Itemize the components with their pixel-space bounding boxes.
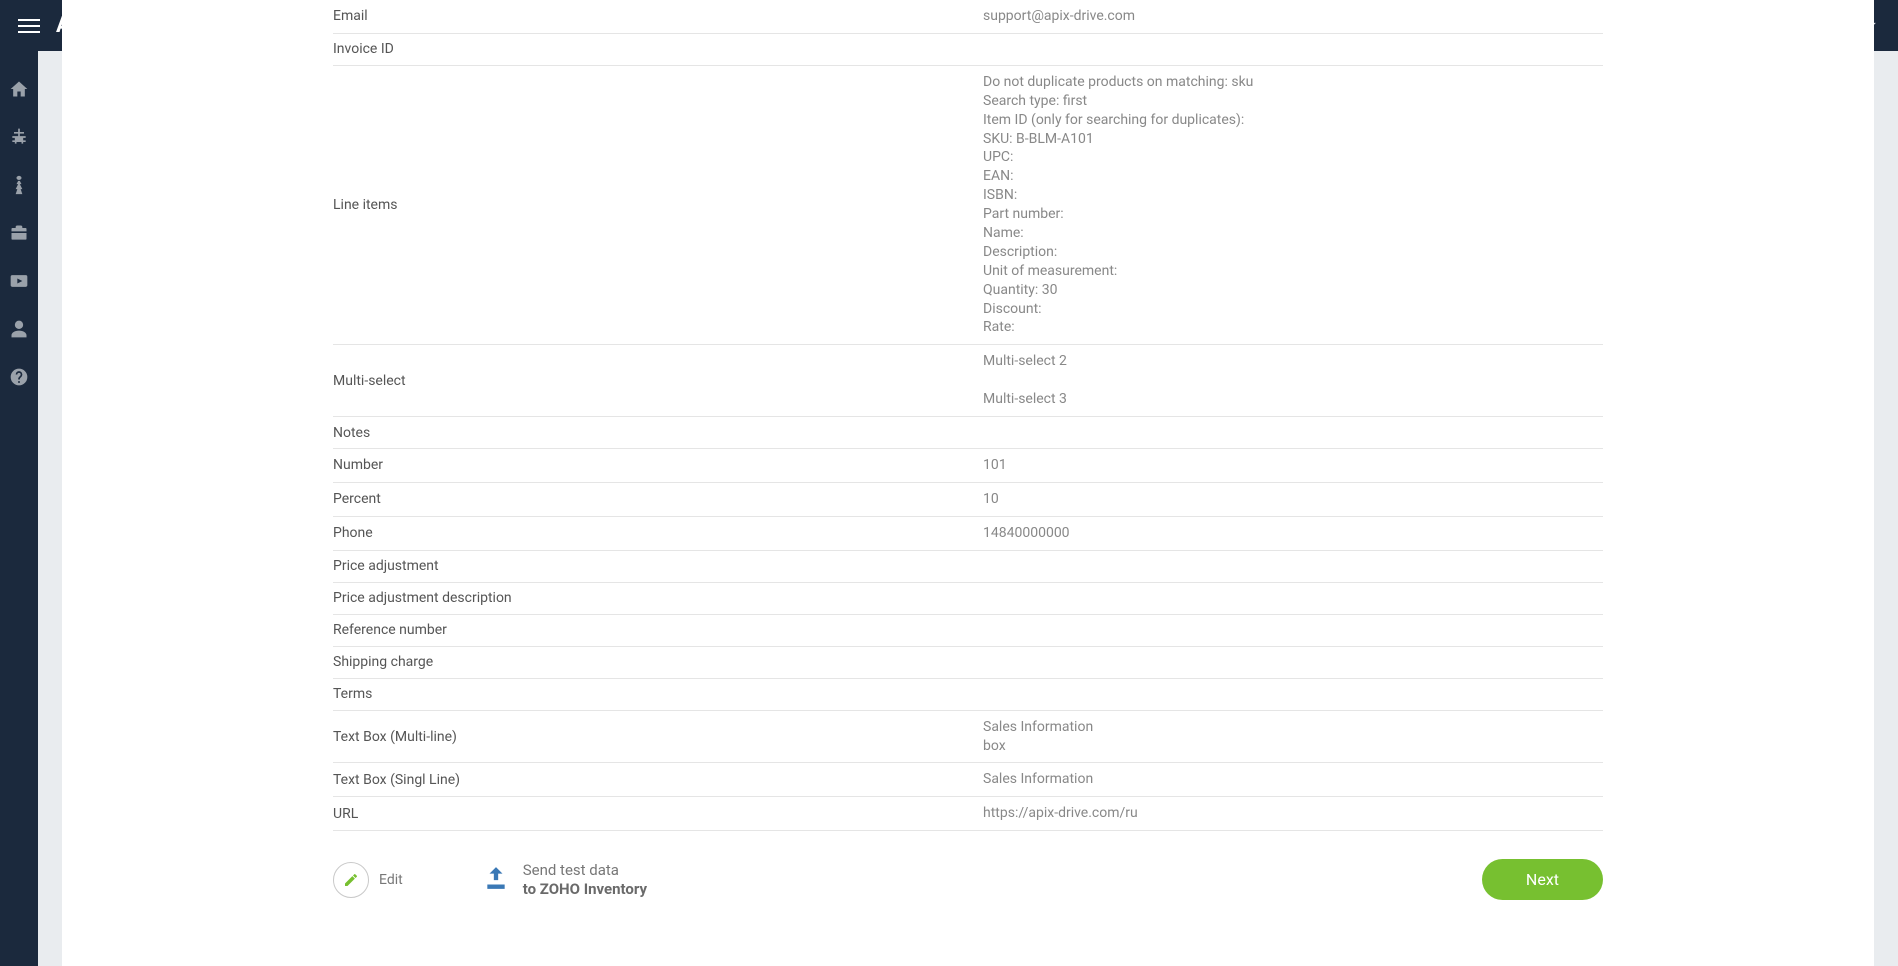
value-line: Name: <box>983 224 1603 243</box>
value-line: SKU: B-BLM-A101 <box>983 130 1603 149</box>
main-stage: Emailsupport@apix-drive.comInvoice IDLin… <box>38 51 1898 966</box>
send-test-data-button[interactable]: Send test data to ZOHO Inventory <box>481 861 647 899</box>
value-line: Part number: <box>983 205 1603 224</box>
send-line2-bold: ZOHO Inventory <box>540 880 647 898</box>
field-row: Multi-selectMulti-select 2 Multi-select … <box>333 345 1603 417</box>
field-row: Number101 <box>333 449 1603 483</box>
field-value: support@apix-drive.com <box>983 7 1603 26</box>
value-line: Description: <box>983 243 1603 262</box>
field-rows: Emailsupport@apix-drive.comInvoice IDLin… <box>323 0 1613 924</box>
value-line: Item ID (only for searching for duplicat… <box>983 111 1603 130</box>
value-line: Search type: first <box>983 92 1603 111</box>
field-row: Text Box (Multi-line)Sales Informationbo… <box>333 711 1603 764</box>
field-label: Phone <box>333 525 983 541</box>
value-line: 10 <box>983 490 1603 509</box>
field-label: Line items <box>333 197 983 213</box>
value-line: Unit of measurement: <box>983 262 1603 281</box>
field-label: URL <box>333 806 983 822</box>
field-label: Percent <box>333 491 983 507</box>
field-label: Invoice ID <box>333 41 983 57</box>
field-label: Price adjustment description <box>333 590 983 606</box>
left-sidebar <box>0 51 38 966</box>
send-line2: to ZOHO Inventory <box>523 880 647 899</box>
value-line: box <box>983 737 1603 756</box>
field-row: URLhttps://apix-drive.com/ru <box>333 797 1603 831</box>
edit-label: Edit <box>379 872 403 888</box>
billing-icon[interactable] <box>9 175 29 195</box>
field-label: Terms <box>333 686 983 702</box>
field-value: 10 <box>983 490 1603 509</box>
field-label: Shipping charge <box>333 654 983 670</box>
help-icon[interactable] <box>9 367 29 387</box>
send-test-text: Send test data to ZOHO Inventory <box>523 861 647 899</box>
briefcase-icon[interactable] <box>9 223 29 243</box>
field-row: Emailsupport@apix-drive.com <box>333 0 1603 34</box>
field-row: Price adjustment description <box>333 583 1603 615</box>
edit-button[interactable]: Edit <box>333 862 403 898</box>
field-row: Text Box (Singl Line)Sales Information <box>333 763 1603 797</box>
value-line: Discount: <box>983 300 1603 319</box>
account-icon[interactable] <box>9 319 29 339</box>
value-line: 14840000000 <box>983 524 1603 543</box>
field-row: Percent10 <box>333 483 1603 517</box>
value-line: ISBN: <box>983 186 1603 205</box>
field-row: Notes <box>333 417 1603 449</box>
value-line: Sales Information <box>983 770 1603 789</box>
field-row: Shipping charge <box>333 647 1603 679</box>
value-line: Rate: <box>983 318 1603 337</box>
field-row: Line items Do not duplicate products on m… <box>333 66 1603 345</box>
field-row: Phone14840000000 <box>333 517 1603 551</box>
field-label: Notes <box>333 425 983 441</box>
field-row: Reference number <box>333 615 1603 647</box>
upload-icon <box>481 865 511 895</box>
field-value: Multi-select 2 Multi-select 3 <box>983 352 1603 409</box>
field-row: Price adjustment <box>333 551 1603 583</box>
value-line: https://apix-drive.com/ru <box>983 804 1603 823</box>
value-line: support@apix-drive.com <box>983 7 1603 26</box>
video-icon[interactable] <box>9 271 29 291</box>
field-value: 14840000000 <box>983 524 1603 543</box>
panel-footer: Edit Send test data to ZOHO Inventory Ne… <box>333 831 1603 900</box>
content-panel: Emailsupport@apix-drive.comInvoice IDLin… <box>62 0 1874 966</box>
field-value: 101 <box>983 456 1603 475</box>
value-line: Multi-select 3 <box>983 390 1603 409</box>
next-button[interactable]: Next <box>1482 859 1603 900</box>
field-label: Text Box (Multi-line) <box>333 729 983 745</box>
field-label: Price adjustment <box>333 558 983 574</box>
send-line2-pre: to <box>523 880 540 898</box>
connections-icon[interactable] <box>9 127 29 147</box>
value-line <box>983 371 1603 390</box>
field-label: Multi-select <box>333 373 983 389</box>
value-line: EAN: <box>983 167 1603 186</box>
field-row: Invoice ID <box>333 34 1603 66</box>
field-value: Sales Information <box>983 770 1603 789</box>
home-icon[interactable] <box>9 79 29 99</box>
field-label: Reference number <box>333 622 983 638</box>
field-value: Do not duplicate products on matching: s… <box>983 73 1603 337</box>
value-line: Sales Information <box>983 718 1603 737</box>
value-line: Multi-select 2 <box>983 352 1603 371</box>
field-label: Text Box (Singl Line) <box>333 772 983 788</box>
value-line: Quantity: 30 <box>983 281 1603 300</box>
field-label: Email <box>333 8 983 24</box>
field-label: Number <box>333 457 983 473</box>
value-line: 101 <box>983 456 1603 475</box>
field-row: Terms <box>333 679 1603 711</box>
value-line: UPC: <box>983 148 1603 167</box>
field-value: https://apix-drive.com/ru <box>983 804 1603 823</box>
value-line: Do not duplicate products on matching: s… <box>983 73 1603 92</box>
field-value: Sales Informationbox <box>983 718 1603 756</box>
menu-toggle-button[interactable] <box>18 19 40 33</box>
send-line1: Send test data <box>523 861 647 880</box>
pencil-icon <box>333 862 369 898</box>
